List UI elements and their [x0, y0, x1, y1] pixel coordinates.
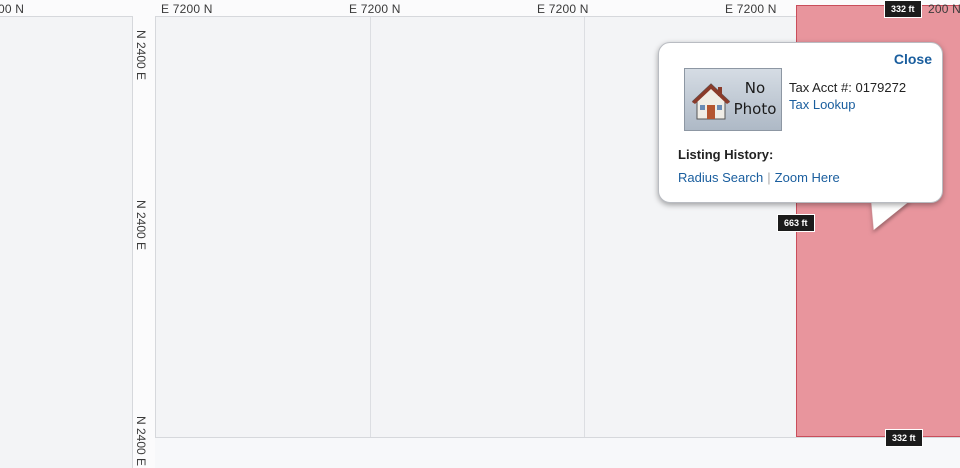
property-photo-placeholder: No Photo — [684, 68, 782, 131]
street-label: N 2400 E — [134, 30, 148, 81]
street-label: E 7200 N — [537, 2, 589, 16]
zoom-here-link[interactable]: Zoom Here — [775, 170, 840, 185]
map-canvas[interactable]: 00 N E 7200 N E 7200 N E 7200 N E 7200 N… — [0, 0, 960, 468]
measurement-label-top: 332 ft — [884, 0, 922, 18]
street-label: 200 N — [928, 2, 960, 16]
no-photo-text: No Photo — [733, 79, 777, 118]
tax-lookup-link[interactable]: Tax Lookup — [789, 97, 856, 112]
radius-search-link[interactable]: Radius Search — [678, 170, 763, 185]
parcel-info-popup: Close No Photo Tax Acct #: 0179272 Tax Lo… — [658, 42, 943, 203]
street-label: 00 N — [0, 2, 25, 16]
link-separator: | — [767, 170, 771, 185]
popup-links: Radius Search | Zoom Here — [678, 170, 840, 185]
close-button[interactable]: Close — [894, 51, 932, 67]
parcel-boundary-line — [584, 17, 585, 437]
measurement-label-side: 663 ft — [777, 214, 815, 232]
street-label: E 7200 N — [161, 2, 213, 16]
listing-history-heading: Listing History: — [678, 147, 774, 162]
measurement-label-bottom: 332 ft — [885, 429, 923, 447]
house-icon — [691, 83, 731, 120]
street-label: E 7200 N — [349, 2, 401, 16]
tax-account-number: Tax Acct #: 0179272 — [789, 80, 907, 95]
street-label: E 7200 N — [725, 2, 777, 16]
street-label: N 2400 E — [134, 416, 148, 467]
road-bottom — [155, 437, 960, 468]
parcel-boundary-line — [370, 17, 371, 437]
street-label: N 2400 E — [134, 200, 148, 251]
